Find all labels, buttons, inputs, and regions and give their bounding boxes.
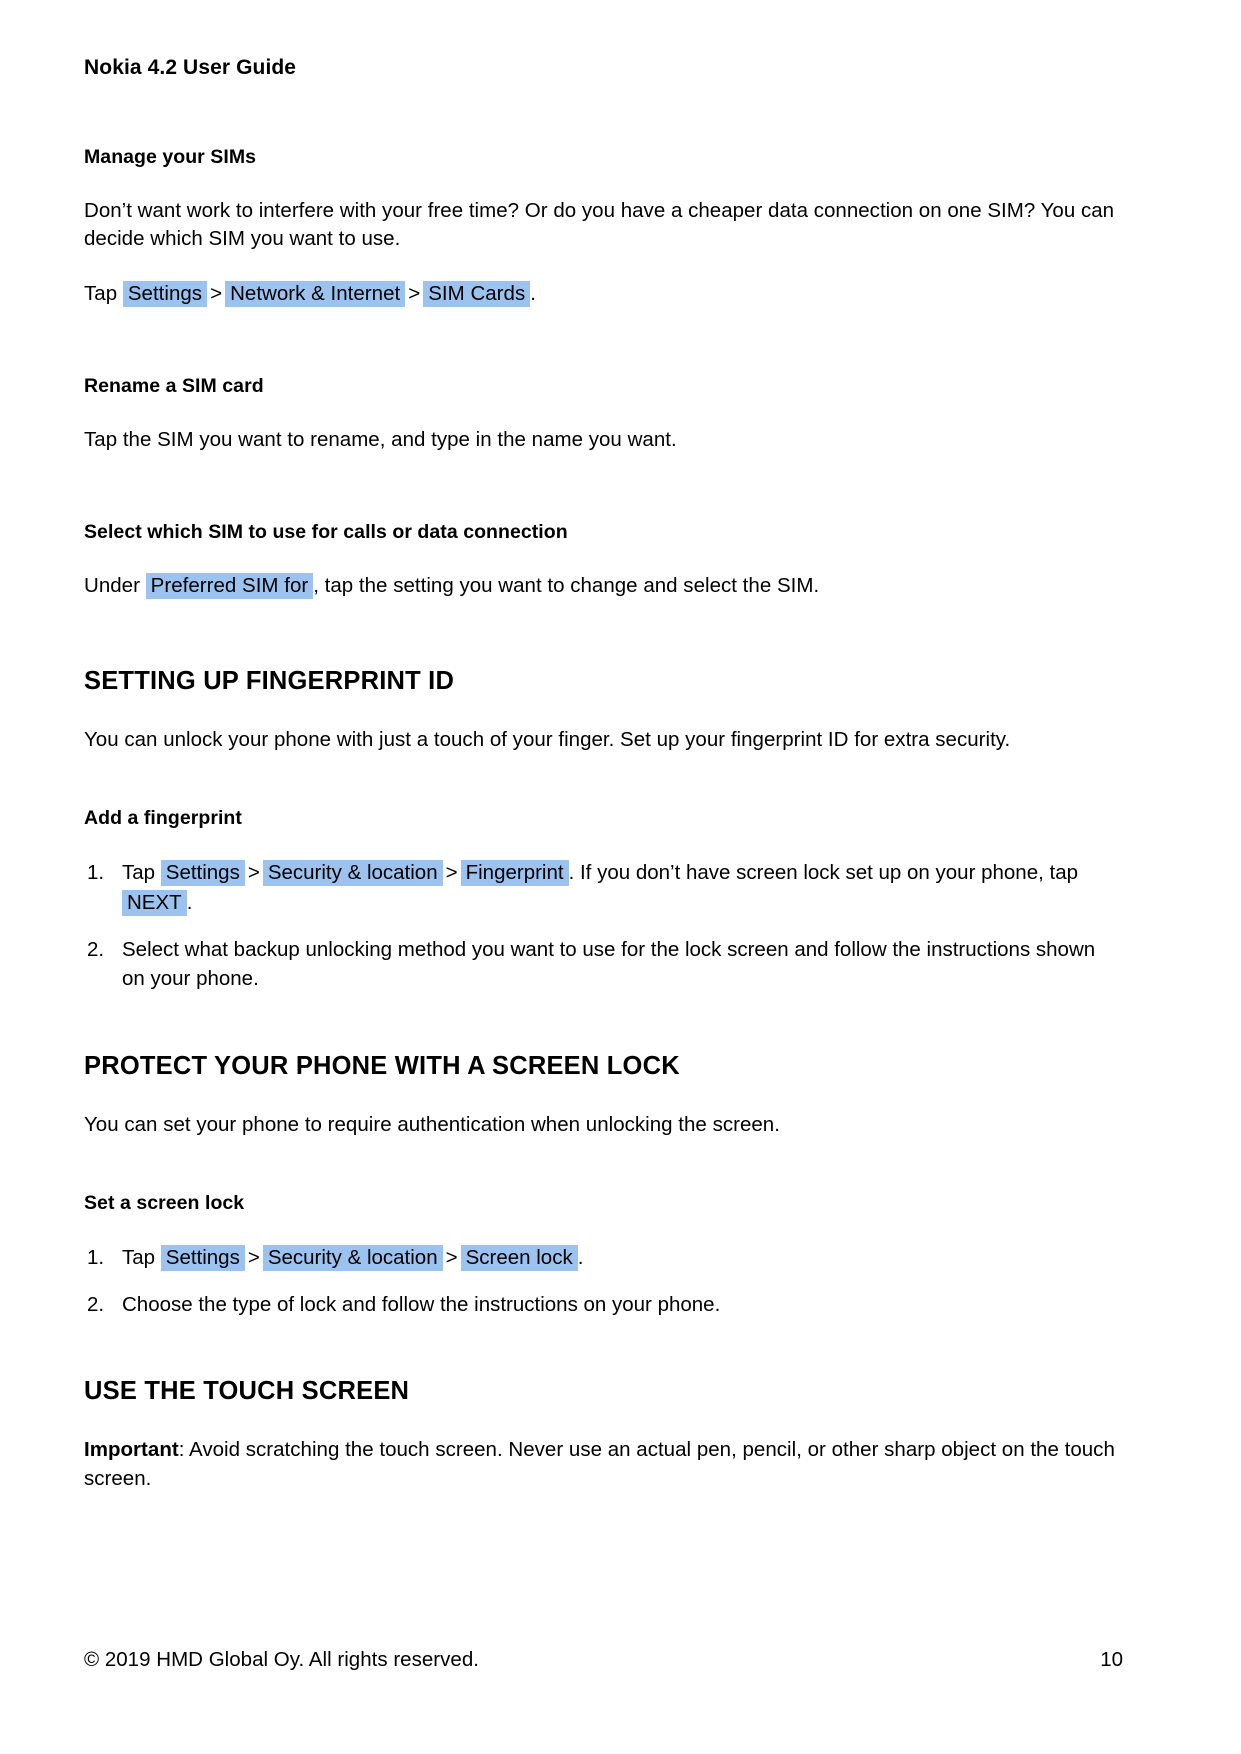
paragraph-manage-sims: Don’t want work to interfere with your f… <box>84 199 1115 251</box>
step-middle-text: . If you don’t have screen lock set up o… <box>568 861 1079 885</box>
steps-set-screen-lock: Tap Settings > Security & location > Screen … <box>84 1243 1123 1320</box>
step-prefix: Tap <box>122 861 156 885</box>
path-manage-sims: Tap Settings > Network & Internet > SIM Card… <box>84 280 1123 308</box>
steps-add-fingerprint: Tap Settings > Security & location > Fingerp… <box>84 858 1123 993</box>
text-before-highlight: Under <box>84 574 140 598</box>
ui-path-fingerprint[interactable]: Fingerprint <box>460 860 569 887</box>
paragraph-fingerprint-intro: You can unlock your phone with just a to… <box>84 728 1011 752</box>
footer-copyright: © 2019 HMD Global Oy. All rights reserve… <box>84 1648 479 1671</box>
heading-set-a-screen-lock: Set a screen lock <box>84 1191 245 1214</box>
step-prefix: Tap <box>122 1245 156 1269</box>
heading-use-the-touch-screen: USE THE TOUCH SCREEN <box>84 1377 410 1406</box>
path-separator: > <box>445 1245 458 1269</box>
path-separator: > <box>210 282 223 306</box>
path-suffix: . <box>530 282 536 306</box>
heading-rename-a-sim-card: Rename a SIM card <box>84 375 264 398</box>
list-item: Choose the type of lock and follow the i… <box>87 1290 721 1320</box>
paragraph-select-sim: Under Preferred SIM for, tap the setting… <box>84 572 1123 600</box>
step-suffix: . <box>186 890 193 914</box>
heading-manage-your-sims: Manage your SIMs <box>84 146 257 168</box>
ui-button-next[interactable]: NEXT <box>122 889 187 916</box>
heading-setting-up-fingerprint-id: SETTING UP FINGERPRINT ID <box>84 667 455 696</box>
footer-page-number: 10 <box>1100 1648 1123 1671</box>
list-item: Tap Settings > Security & location > Fingerp… <box>84 858 1123 917</box>
running-head: Nokia 4.2 User Guide <box>84 56 297 79</box>
step-suffix: . <box>577 1245 584 1269</box>
ui-path-network-internet[interactable]: Network & Internet <box>225 281 406 308</box>
path-separator: > <box>445 861 458 885</box>
document-page: Nokia 4.2 User Guide Manage your SIMs Do… <box>0 0 1241 1754</box>
ui-path-settings[interactable]: Settings <box>160 1244 245 1271</box>
ui-path-preferred-sim-for[interactable]: Preferred SIM for <box>145 573 314 600</box>
heading-protect-your-phone-screen-lock: PROTECT YOUR PHONE WITH A SCREEN LOCK <box>84 1051 680 1080</box>
important-label: Important <box>84 1438 179 1462</box>
path-separator: > <box>247 1245 260 1269</box>
path-separator: > <box>408 282 421 306</box>
page-footer: © 2019 HMD Global Oy. All rights reserve… <box>84 1648 1123 1672</box>
ui-path-security-location[interactable]: Security & location <box>262 860 443 887</box>
list-item: Select what backup unlocking method you … <box>87 935 1096 991</box>
paragraph-touch-screen-important: Important: Avoid scratching the touch sc… <box>84 1436 1123 1492</box>
path-prefix: Tap <box>84 282 118 306</box>
important-text: : Avoid scratching the touch screen. Nev… <box>84 1438 1115 1490</box>
heading-add-a-fingerprint: Add a fingerprint <box>84 807 242 830</box>
text-after-highlight: , tap the setting you want to change and… <box>313 574 820 598</box>
ui-path-sim-cards[interactable]: SIM Cards <box>423 281 531 308</box>
path-separator: > <box>247 861 260 885</box>
ui-path-settings[interactable]: Settings <box>122 281 208 308</box>
ui-path-settings[interactable]: Settings <box>160 860 245 887</box>
ui-path-screen-lock[interactable]: Screen lock <box>460 1244 578 1271</box>
ui-path-security-location[interactable]: Security & location <box>262 1244 443 1271</box>
list-item: Tap Settings > Security & location > Screen … <box>84 1243 1123 1273</box>
paragraph-rename-sim: Tap the SIM you want to rename, and type… <box>84 428 677 452</box>
heading-select-which-sim: Select which SIM to use for calls or dat… <box>84 521 568 544</box>
paragraph-screen-lock-intro: You can set your phone to require authen… <box>84 1112 780 1136</box>
